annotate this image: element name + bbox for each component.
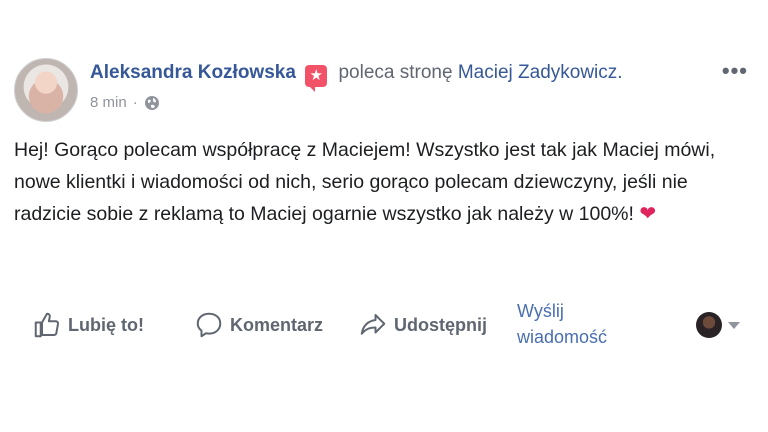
send-message-label-line1: Wyślij (517, 301, 564, 321)
chevron-down-icon (728, 321, 740, 329)
viewer-avatar (696, 312, 722, 338)
page-link[interactable]: Maciej Zadykowicz. (458, 62, 623, 83)
action-bar: Lubię to! Komentarz Udostępnij Wyślij wi… (0, 296, 768, 356)
post-body-text: Hej! Gorąco polecam współpracę z Macieje… (14, 139, 716, 225)
share-button[interactable]: Udostępnij (358, 310, 487, 340)
post-meta: 8 min · (90, 94, 160, 111)
author-name[interactable]: Aleksandra Kozłowska (90, 62, 296, 83)
like-button[interactable]: Lubię to! (32, 310, 144, 340)
post-timestamp[interactable]: 8 min (90, 94, 127, 111)
speech-bubble-icon (194, 310, 224, 340)
author-avatar[interactable] (14, 58, 78, 122)
post-as-selector[interactable] (696, 312, 740, 338)
globe-icon[interactable] (144, 95, 160, 111)
share-label: Udostępnij (394, 314, 487, 335)
recommends-text: poleca stronę (338, 62, 453, 83)
recommendation-star-icon: ★ (305, 65, 328, 92)
comment-button[interactable]: Komentarz (194, 310, 323, 340)
heart-icon: ❤ (639, 203, 657, 225)
meta-separator: · (132, 94, 138, 111)
comment-label: Komentarz (230, 314, 324, 335)
like-label: Lubię to! (68, 314, 144, 335)
share-arrow-icon (358, 310, 388, 340)
send-message-label-line2: wiadomość (517, 327, 608, 347)
send-message-button[interactable]: Wyślij wiadomość (517, 298, 627, 350)
post-text: Hej! Gorąco polecam współpracę z Macieje… (14, 134, 744, 230)
more-options-button[interactable]: ••• (722, 58, 748, 84)
post-header: Aleksandra Kozłowska ★ poleca stronę Mac… (90, 62, 623, 92)
thumbs-up-icon (32, 310, 62, 340)
